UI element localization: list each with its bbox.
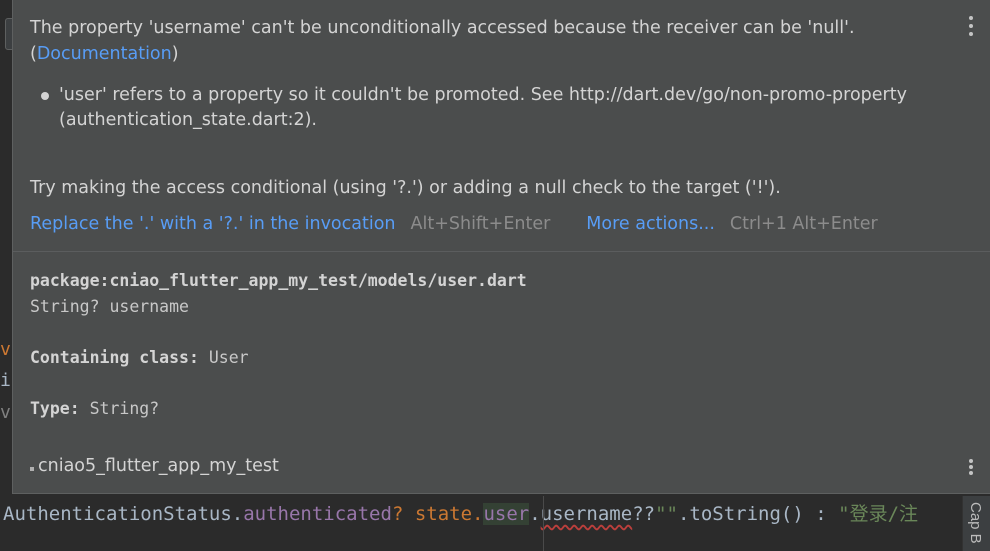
inspection-popup: The property 'username' can't be uncondi… [12, 0, 990, 494]
module-name: cniao5_flutter_app_my_test [38, 456, 279, 476]
code-token: authenticated [243, 503, 392, 525]
fix-hint: Try making the access conditional (using… [30, 178, 781, 198]
module-icon [30, 467, 34, 471]
bullet-text: 'user' refers to a property so it couldn… [59, 85, 907, 130]
context-bullet: 'user' refers to a property so it couldn… [41, 83, 941, 133]
code-token: ? state. [391, 503, 484, 525]
doc-type: Type: String? [30, 399, 160, 418]
code-token-highlighted: user [483, 503, 530, 525]
more-options-icon[interactable] [961, 16, 981, 36]
code-token: .toString() : [677, 503, 839, 525]
error-message-text: The property 'username' can't be uncondi… [30, 18, 855, 38]
quick-fix-actions: Replace the '.' with a '?.' in the invoc… [30, 211, 878, 237]
paren: ) [171, 44, 179, 64]
code-line[interactable]: AuthenticationStatus.authenticated? stat… [0, 496, 965, 532]
doc-signature: String? username [30, 297, 189, 316]
action-shortcut: Ctrl+1 Alt+Enter [729, 214, 878, 234]
code-token: ?? [632, 503, 656, 525]
action-shortcut: Alt+Shift+Enter [410, 214, 551, 234]
code-token-error: username [540, 503, 633, 525]
editor-guide-line [543, 496, 544, 551]
code-token: . [529, 503, 541, 525]
code-token: "" [655, 503, 678, 525]
paren: ( [30, 44, 37, 64]
inspection-section: The property 'username' can't be uncondi… [13, 0, 990, 252]
code-token: AuthenticationStatus. [3, 503, 244, 525]
doc-containing-class: Containing class: User [30, 348, 249, 367]
bullet-icon [41, 92, 49, 100]
more-actions-link[interactable]: More actions... [586, 211, 715, 237]
code-token: "登录/注 [838, 503, 919, 525]
replace-with-null-aware-action[interactable]: Replace the '.' with a '?.' in the invoc… [30, 211, 396, 237]
documentation-section: package:cniao_flutter_app_my_test/models… [13, 252, 990, 492]
error-message: The property 'username' can't be uncondi… [30, 15, 950, 67]
more-options-icon[interactable] [961, 459, 981, 475]
documentation-link[interactable]: Documentation [37, 44, 172, 64]
right-tool-strip[interactable]: Cap B [962, 496, 990, 551]
doc-package: package:cniao_flutter_app_my_test/models… [30, 271, 527, 290]
module-info: cniao5_flutter_app_my_test [30, 454, 279, 478]
tool-window-label[interactable]: Cap B [967, 502, 984, 544]
